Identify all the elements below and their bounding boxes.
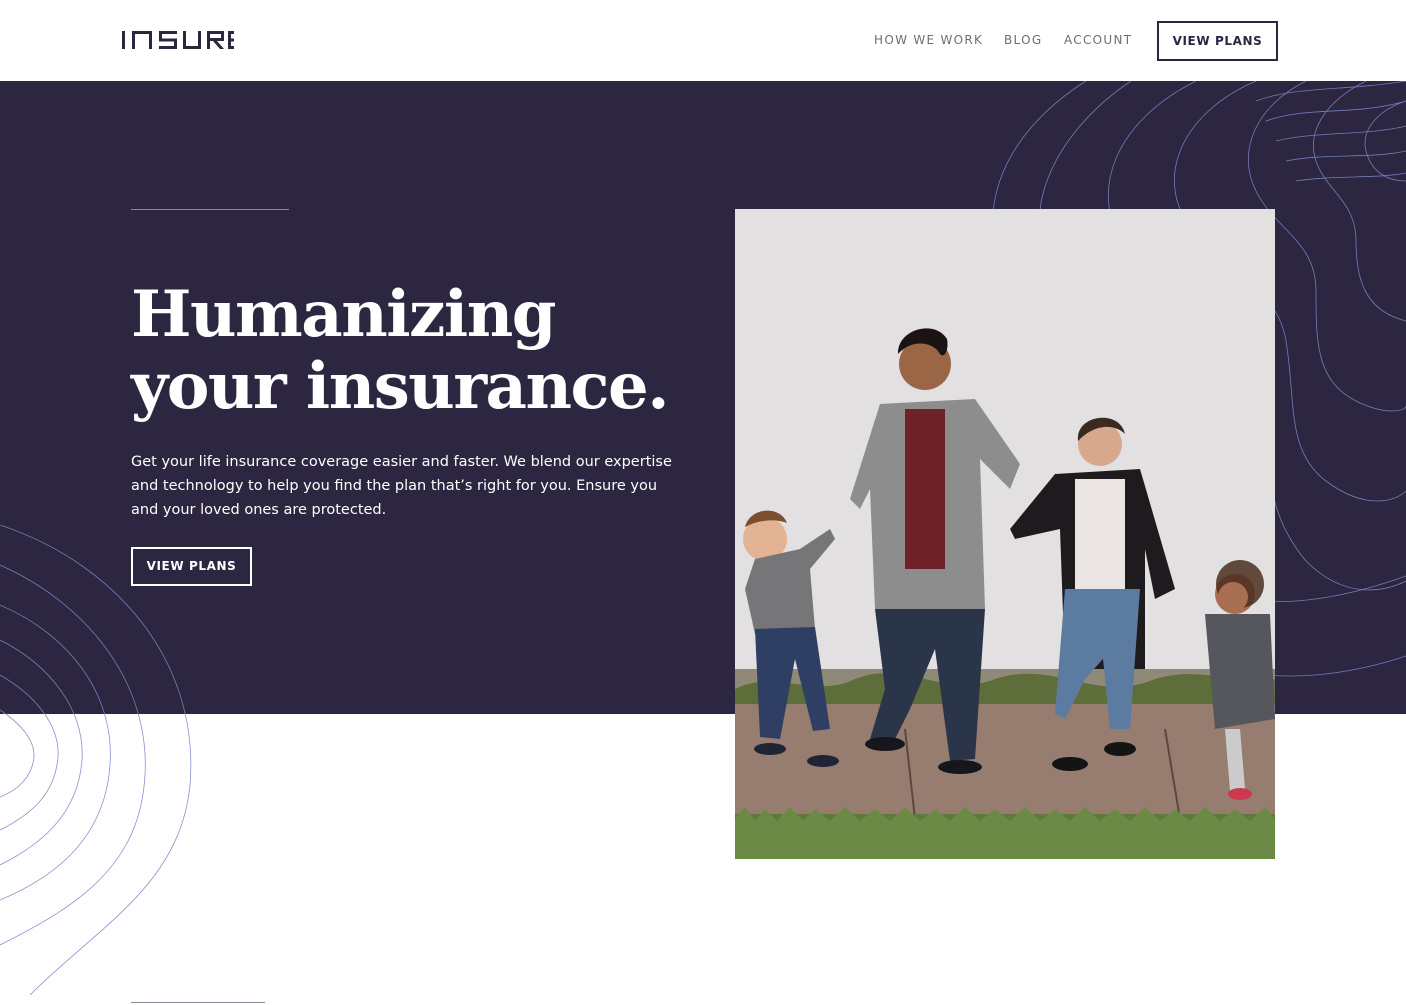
hero-family-photo (735, 209, 1275, 859)
hero-title-line-1: Humanizing (131, 277, 556, 352)
nav-link-how-we-work[interactable]: HOW WE WORK (874, 33, 983, 47)
left-contour-pattern (0, 525, 192, 996)
hero-divider (131, 209, 289, 210)
hero-title: Humanizing your insurance. (131, 279, 711, 423)
header-view-plans-button[interactable]: VIEW PLANS (1157, 21, 1278, 61)
nav-link-blog[interactable]: BLOG (1004, 33, 1042, 47)
hero-description: Get your life insurance coverage easier … (131, 454, 672, 518)
nav-link-account[interactable]: ACCOUNT (1064, 33, 1132, 47)
insure-logo[interactable] (121, 28, 235, 52)
family-photo-illustration (735, 209, 1275, 859)
site-header: HOW WE WORK BLOG ACCOUNT VIEW PLANS (0, 0, 1406, 81)
hero-title-line-2: your insurance. (131, 349, 670, 424)
